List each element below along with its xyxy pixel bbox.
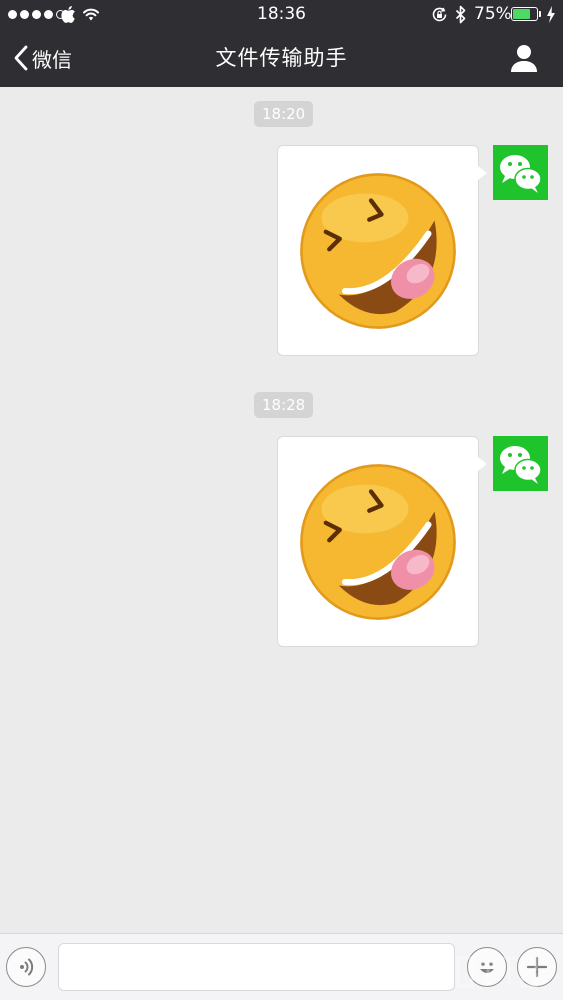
charging-bolt-icon xyxy=(547,6,555,23)
timestamp: 18:20 xyxy=(254,101,314,127)
page-title: 文件传输助手 xyxy=(215,46,348,70)
voice-button[interactable] xyxy=(6,947,46,987)
chat-area[interactable]: 18:20 18:28 xyxy=(0,87,563,933)
orientation-lock-icon xyxy=(432,7,447,22)
cnmo-watermark-logo xyxy=(456,954,538,988)
voice-icon xyxy=(20,958,34,976)
status-bar: 18:36 75% xyxy=(0,0,563,30)
battery-tip xyxy=(539,11,541,17)
top-bar: 18:36 75% 微信 文件传输助手 xyxy=(0,0,563,87)
person-icon xyxy=(511,45,537,72)
message-input[interactable] xyxy=(58,943,455,991)
timestamp: 18:28 xyxy=(254,392,314,418)
message-bubble[interactable] xyxy=(277,436,487,647)
battery-indicator xyxy=(511,7,538,21)
bluetooth-icon xyxy=(455,5,466,24)
nav-bar: 微信 文件传输助手 xyxy=(0,30,563,87)
laughing-emoji-sticker xyxy=(291,164,465,338)
wechat-logo-icon xyxy=(493,436,548,491)
battery-fill xyxy=(513,9,531,19)
wechat-logo-icon xyxy=(493,145,548,200)
avatar[interactable] xyxy=(493,145,548,200)
avatar[interactable] xyxy=(493,436,548,491)
laughing-emoji-sticker xyxy=(291,455,465,629)
message-bubble[interactable] xyxy=(277,145,487,356)
battery-percentage: 75% xyxy=(474,4,512,24)
chat-info-button[interactable] xyxy=(508,42,540,74)
